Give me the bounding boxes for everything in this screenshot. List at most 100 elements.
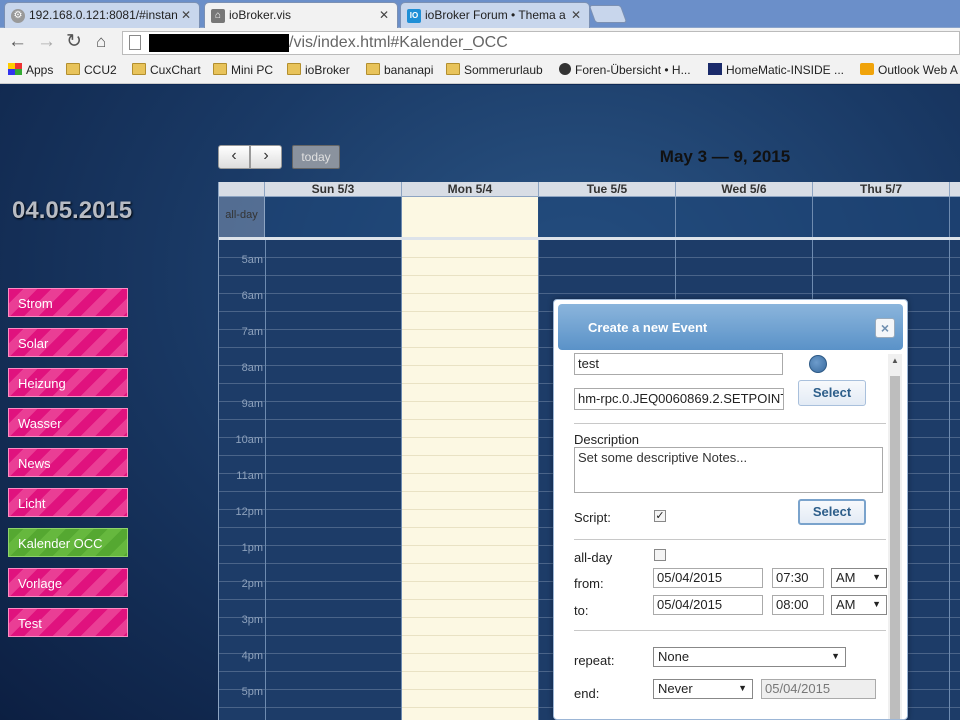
bookmark-outlook[interactable]: Outlook Web A bbox=[860, 63, 958, 77]
allday-cell[interactable] bbox=[676, 197, 813, 237]
page-icon: ⌂ bbox=[211, 9, 225, 23]
menu-kalender-occ[interactable]: Kalender OCC bbox=[8, 528, 128, 557]
url-text: /vis/index.html#Kalender_OCC bbox=[289, 34, 508, 51]
allday-cell[interactable] bbox=[813, 197, 950, 237]
from-ampm-select[interactable]: AM ▼ bbox=[831, 568, 887, 588]
event-name-input[interactable]: test bbox=[574, 353, 783, 375]
menu-wasser[interactable]: Wasser bbox=[8, 408, 128, 437]
redacted-host bbox=[149, 34, 289, 52]
bookmark-folder[interactable]: Mini PC bbox=[213, 63, 273, 77]
page-icon bbox=[129, 35, 141, 50]
new-tab-button[interactable] bbox=[588, 5, 628, 23]
close-icon[interactable]: × bbox=[875, 318, 895, 338]
allday-label: all-day bbox=[219, 197, 265, 237]
scroll-up-icon[interactable]: ▲ bbox=[891, 356, 899, 365]
radio-button[interactable] bbox=[809, 355, 827, 373]
create-event-dialog: Create a new Event × ▲ test hm-rpc.0.JEQ… bbox=[553, 299, 908, 720]
tab-instances[interactable]: ⚙ 192.168.0.121:8081/#instan ✕ bbox=[4, 2, 200, 28]
hour-label: 2pm bbox=[241, 578, 263, 590]
day-header: Wed 5/6 bbox=[676, 182, 813, 197]
hour-label: 3pm bbox=[241, 614, 263, 626]
apps-icon bbox=[8, 63, 22, 75]
bookmark-folder[interactable]: ioBroker bbox=[287, 63, 350, 77]
day-header-partial bbox=[950, 182, 960, 197]
current-date: 04.05.2015 bbox=[12, 197, 133, 224]
repeat-select[interactable]: None ▼ bbox=[653, 647, 846, 667]
back-icon[interactable]: ← bbox=[8, 32, 27, 52]
menu-solar[interactable]: Solar bbox=[8, 328, 128, 357]
hour-label: 1pm bbox=[241, 542, 263, 554]
bookmark-folder[interactable]: bananapi bbox=[366, 63, 433, 77]
hour-label: 5pm bbox=[241, 686, 263, 698]
tab-title: ioBroker Forum • Thema a bbox=[425, 8, 566, 22]
day-header: Thu 5/7 bbox=[813, 182, 950, 197]
description-textarea[interactable]: Set some descriptive Notes... bbox=[574, 447, 883, 493]
today-column[interactable] bbox=[401, 197, 538, 720]
iobroker-icon: IO bbox=[407, 9, 421, 23]
menu-test[interactable]: Test bbox=[8, 608, 128, 637]
menu-heizung[interactable]: Heizung bbox=[8, 368, 128, 397]
address-bar[interactable]: /vis/index.html#Kalender_OCC bbox=[122, 31, 960, 55]
allday-divider bbox=[219, 237, 960, 240]
allday-cell[interactable] bbox=[539, 197, 676, 237]
end-date-input[interactable]: 05/04/2015 bbox=[761, 679, 876, 699]
prev-week-button[interactable]: ‹ bbox=[218, 145, 250, 169]
chevron-down-icon: ▼ bbox=[872, 572, 881, 582]
folder-icon bbox=[66, 63, 80, 75]
from-date-input[interactable]: 05/04/2015 bbox=[653, 568, 763, 588]
reload-icon[interactable]: ↻ bbox=[66, 32, 82, 52]
gear-icon: ⚙ bbox=[11, 9, 25, 23]
chevron-down-icon: ▼ bbox=[738, 683, 747, 693]
folder-icon bbox=[132, 63, 146, 75]
next-week-button[interactable]: › bbox=[250, 145, 282, 169]
from-time-input[interactable]: 07:30 bbox=[772, 568, 824, 588]
hour-label: 4pm bbox=[241, 650, 263, 662]
tab-iobroker-vis[interactable]: ⌂ ioBroker.vis ✕ bbox=[204, 2, 398, 29]
tab-iobroker-forum[interactable]: IO ioBroker Forum • Thema a ✕ bbox=[400, 2, 590, 28]
today-button[interactable]: today bbox=[292, 145, 340, 169]
folder-icon bbox=[287, 63, 301, 75]
hour-label: 12pm bbox=[235, 506, 263, 518]
script-label: Script: bbox=[574, 510, 611, 525]
bookmark-folder[interactable]: CCU2 bbox=[66, 63, 117, 77]
dialog-title-bar[interactable]: Create a new Event × bbox=[558, 304, 903, 350]
select-object-button[interactable]: Select bbox=[798, 380, 866, 406]
close-icon[interactable]: ✕ bbox=[181, 8, 191, 22]
bookmarks-bar: Apps CCU2 CuxChart Mini PC ioBroker bana… bbox=[0, 58, 960, 84]
day-header: Tue 5/5 bbox=[539, 182, 676, 197]
menu-vorlage[interactable]: Vorlage bbox=[8, 568, 128, 597]
bookmark-folder[interactable]: CuxChart bbox=[132, 63, 201, 77]
allday-cell[interactable] bbox=[265, 197, 402, 237]
close-icon[interactable]: ✕ bbox=[571, 8, 581, 22]
hour-label: 5am bbox=[241, 254, 263, 266]
close-icon[interactable]: ✕ bbox=[379, 8, 389, 22]
hour-label: 7am bbox=[241, 326, 263, 338]
bookmark-forum[interactable]: Foren-Übersicht • H... bbox=[559, 63, 691, 77]
folder-icon bbox=[213, 63, 227, 75]
hour-label: 10am bbox=[235, 434, 263, 446]
end-select[interactable]: Never ▼ bbox=[653, 679, 753, 699]
folder-icon bbox=[366, 63, 380, 75]
script-checkbox[interactable]: ✓ bbox=[654, 510, 666, 522]
menu-news[interactable]: News bbox=[8, 448, 128, 477]
allday-checkbox[interactable] bbox=[654, 549, 666, 561]
bookmark-homematic[interactable]: HomeMatic-INSIDE ... bbox=[708, 63, 844, 77]
allday-label: all-day bbox=[574, 550, 613, 565]
home-icon[interactable]: ⌂ bbox=[96, 32, 106, 52]
hour-label: 11am bbox=[236, 470, 263, 482]
forward-icon[interactable]: → bbox=[37, 32, 56, 52]
select-script-button[interactable]: Select bbox=[798, 499, 866, 525]
day-header: Mon 5/4 bbox=[402, 182, 539, 197]
menu-licht[interactable]: Licht bbox=[8, 488, 128, 517]
bookmark-apps[interactable]: Apps bbox=[8, 63, 53, 77]
object-id-input[interactable]: hm-rpc.0.JEQ0060869.2.SETPOINT bbox=[574, 388, 784, 410]
menu-strom[interactable]: Strom bbox=[8, 288, 128, 317]
bookmark-folder[interactable]: Sommerurlaub bbox=[446, 63, 543, 77]
to-time-input[interactable]: 08:00 bbox=[772, 595, 824, 615]
allday-cell[interactable] bbox=[950, 197, 960, 237]
to-date-input[interactable]: 05/04/2015 bbox=[653, 595, 763, 615]
dialog-title: Create a new Event bbox=[588, 320, 708, 335]
dialog-scrollbar[interactable]: ▲ bbox=[888, 354, 902, 719]
to-ampm-select[interactable]: AM ▼ bbox=[831, 595, 887, 615]
repeat-label: repeat: bbox=[574, 653, 615, 668]
